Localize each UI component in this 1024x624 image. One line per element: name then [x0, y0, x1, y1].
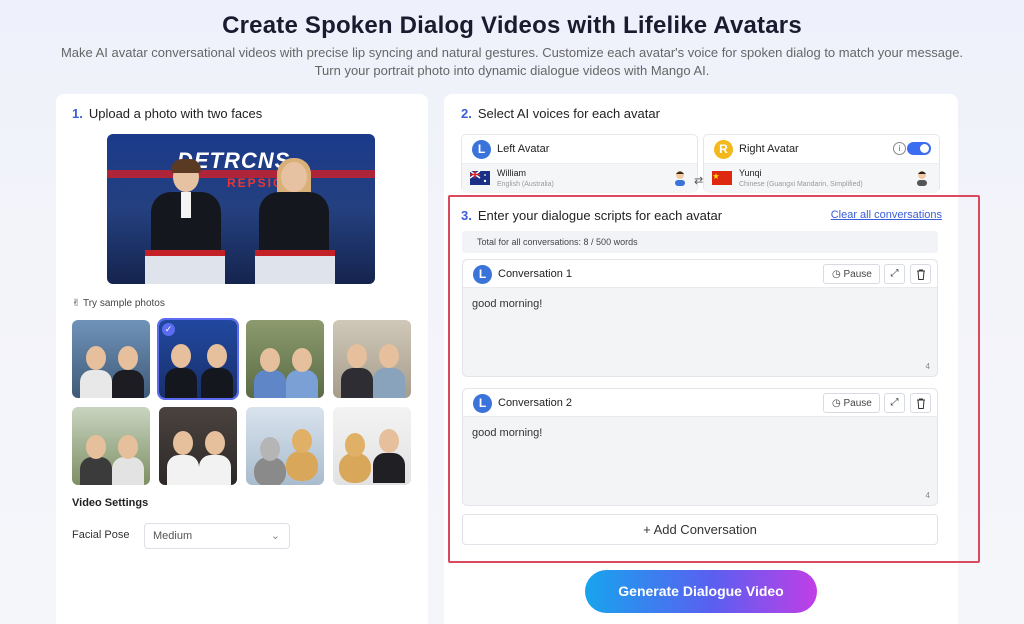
- photo-person-left: [151, 159, 221, 262]
- conversation-avatar-badge[interactable]: L: [473, 394, 492, 413]
- page-title: Create Spoken Dialog Videos with Lifelik…: [222, 12, 802, 39]
- voice-avatar-icon: [915, 170, 929, 186]
- conversation-title: Conversation 1: [498, 268, 572, 280]
- facial-pose-label: Facial Pose: [72, 529, 130, 541]
- sample-photo-1[interactable]: [72, 320, 150, 398]
- voice-avatar-icon: [673, 170, 687, 186]
- swap-icon[interactable]: ⇄: [694, 174, 703, 187]
- clock-icon: ◷: [832, 269, 841, 280]
- left-avatar-badge: L: [472, 140, 491, 159]
- upload-step-title: 1. Upload a photo with two faces: [72, 106, 262, 121]
- sample-photo-6[interactable]: [159, 407, 237, 485]
- australia-flag-icon: [469, 170, 490, 185]
- conversation-word-count: 4: [925, 491, 930, 500]
- clock-icon: ◷: [832, 398, 841, 409]
- step-number: 1.: [72, 106, 83, 121]
- word-count-bar: Total for all conversations: 8 / 500 wor…: [462, 231, 938, 253]
- facial-pose-select[interactable]: Medium ⌄: [144, 523, 290, 549]
- selected-check-icon: ✓: [162, 323, 175, 336]
- subtitle-line-1: Make AI avatar conversational videos wit…: [60, 45, 964, 60]
- sample-photo-2[interactable]: ✓: [157, 318, 239, 400]
- chevron-down-icon: ⌄: [270, 530, 280, 542]
- conversation-text-input[interactable]: good morning!: [472, 298, 542, 310]
- dialog-panel: 2. Select AI voices for each avatar L Lef…: [444, 94, 980, 624]
- right-avatar-badge: R: [714, 140, 733, 159]
- sample-photo-3[interactable]: [246, 320, 324, 398]
- left-voice-selector[interactable]: William English (Australia): [462, 164, 697, 193]
- scripts-step-title: 3. Enter your dialogue scripts for each a…: [461, 208, 722, 223]
- left-voice-name: William: [497, 168, 526, 178]
- video-settings-title: Video Settings: [72, 497, 149, 509]
- conversation-title: Conversation 2: [498, 397, 572, 409]
- voices-step-title: 2. Select AI voices for each avatar: [461, 106, 660, 121]
- trash-icon[interactable]: [910, 264, 931, 284]
- step-label: Upload a photo with two faces: [88, 106, 263, 121]
- sample-photo-7[interactable]: [246, 407, 324, 485]
- left-avatar-card[interactable]: L Left Avatar William English (Australia…: [461, 134, 698, 193]
- photo-desk-left: [145, 250, 225, 284]
- sample-photo-8[interactable]: [333, 407, 411, 485]
- conversation-text-input[interactable]: good morning!: [472, 427, 542, 439]
- right-voice-name: Yunqi: [739, 168, 762, 178]
- right-voice-language: Chinese (Guangxi Mandarin, Simplified): [739, 181, 863, 188]
- info-icon[interactable]: i: [893, 142, 906, 155]
- step-label: Enter your dialogue scripts for each ava…: [477, 208, 723, 223]
- conversation-word-count: 4: [925, 362, 930, 371]
- conversation-card: L Conversation 2 ◷ Pause ⤢ good morning!…: [462, 388, 938, 506]
- right-voice-selector[interactable]: Yunqi Chinese (Guangxi Mandarin, Simplif…: [704, 164, 939, 193]
- left-voice-language: English (Australia): [497, 181, 554, 188]
- right-avatar-title: Right Avatar: [739, 143, 799, 155]
- add-conversation-button[interactable]: + Add Conversation: [462, 514, 938, 545]
- sample-photo-5[interactable]: [72, 407, 150, 485]
- left-avatar-title: Left Avatar: [497, 143, 550, 155]
- expand-icon[interactable]: ⤢: [884, 393, 905, 413]
- conversation-card: L Conversation 1 ◷ Pause ⤢ good morning!…: [462, 259, 938, 377]
- try-sample-label: ✌ Try sample photos: [72, 298, 165, 309]
- pause-button[interactable]: ◷ Pause: [823, 393, 880, 413]
- pause-label: Pause: [843, 269, 872, 280]
- step-label: Select AI voices for each avatar: [477, 106, 660, 121]
- pause-label: Pause: [843, 398, 872, 409]
- clear-all-link[interactable]: Clear all conversations: [831, 209, 942, 221]
- sample-photo-4[interactable]: [333, 320, 411, 398]
- subtitle-line-2: Turn your portrait photo into dynamic di…: [314, 63, 710, 78]
- right-avatar-card[interactable]: R Right Avatar i Yunqi Chinese (Guangxi …: [703, 134, 940, 193]
- trash-icon[interactable]: [910, 393, 931, 413]
- right-avatar-toggle[interactable]: [907, 142, 931, 155]
- step-number: 2.: [461, 106, 472, 121]
- expand-icon[interactable]: ⤢: [884, 264, 905, 284]
- upload-panel: 1. Upload a photo with two faces DETRCNS …: [56, 94, 428, 624]
- step-number: 3.: [461, 208, 472, 223]
- photo-person-right: [259, 158, 329, 262]
- uploaded-photo[interactable]: DETRCNS REPSION: [107, 134, 375, 284]
- china-flag-icon: [712, 171, 732, 185]
- generate-video-button[interactable]: Generate Dialogue Video: [585, 570, 817, 613]
- conversation-avatar-badge[interactable]: L: [473, 265, 492, 284]
- photo-desk-right: [255, 250, 335, 284]
- facial-pose-value: Medium: [153, 530, 193, 542]
- pause-button[interactable]: ◷ Pause: [823, 264, 880, 284]
- page-subtitle: Make AI avatar conversational videos wit…: [40, 44, 984, 80]
